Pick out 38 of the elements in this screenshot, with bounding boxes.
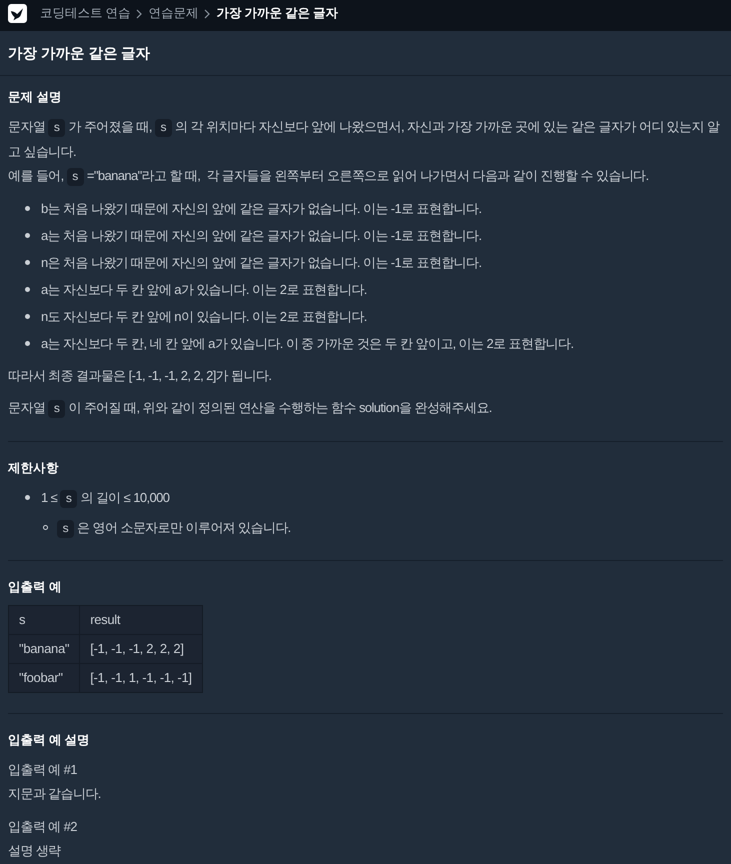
paragraph: 따라서 최종 결과물은 [-1, -1, -1, 2, 2, 2]가 됩니다. (8, 366, 272, 385)
bullet-icon (25, 495, 30, 500)
breadcrumb-item[interactable]: 코딩테스트 연습 (40, 5, 130, 22)
breadcrumb-item[interactable]: 가장 가까운 같은 글자 (216, 5, 338, 22)
table-cell: [-1, -1, -1, 2, 2, 2] (80, 634, 202, 663)
table-cell: [-1, -1, 1, -1, -1, -1] (80, 663, 202, 692)
list-item-text: 1 ≤ s 의 길이 ≤ 10,000 (41, 488, 170, 510)
breadcrumb-item[interactable]: 연습문제 (148, 5, 198, 22)
paragraph: 입출력 예 #1 지문과 같습니다. (8, 760, 101, 803)
bullet-icon (25, 314, 30, 319)
problem-title: 가장 가까운 같은 글자 (8, 44, 150, 62)
chevron-right-icon (136, 8, 142, 18)
bullet-icon (25, 233, 30, 238)
section-heading: 제한사항 (8, 460, 60, 476)
list-item-text: s 은 영어 소문자로만 이루어져 있습니다. (57, 516, 291, 540)
bullet-icon (25, 260, 30, 265)
bullet-icon (25, 341, 30, 346)
list-item-text: a는 처음 나왔기 때문에 자신의 앞에 같은 글자가 없습니다. 이는 -1로 표현합니다. (41, 226, 482, 244)
list-item-text: n은 처음 나왔기 때문에 자신의 앞에 같은 글자가 없습니다. 이는 -1로 표현합니다. (41, 254, 482, 272)
paragraph: 문자열 s 가 주어졌을 때, s 의 각 위치마다 자신보다 앞에 나왔으면서, 자신과 가장 가까운 곳에 있는 같은 글자가 어디 있는지 알고 싶습니다. 예를 들어, s ="banana"라고 할 때, 각 글자들을 왼쪽부터 오른쪽으로 읽어 나가면서 다음과 같이 진행할 수 있습니다. (8, 118, 721, 188)
list-item-text: b는 처음 나왔기 때문에 자신의 앞에 같은 글자가 없습니다. 이는 -1로 표현합니다. (41, 200, 482, 218)
list-item-text: n도 자신보다 두 칸 앞에 n이 있습니다. 이는 2로 표현합니다. (41, 308, 367, 326)
paragraph: 입출력 예 #2 설명 생략 (8, 818, 77, 860)
circle-bullet-icon (43, 525, 48, 530)
bullet-icon (25, 287, 30, 292)
table-header-cell: s (8, 605, 80, 634)
chevron-right-icon (204, 8, 210, 18)
section-heading: 입출력 예 (8, 578, 62, 596)
section-heading: 문제 설명 (8, 89, 62, 106)
list-item-text: a는 자신보다 두 칸, 네 칸 앞에 a가 있습니다. 이 중 가까운 것은 두 칸 앞이고, 이는 2로 표현합니다. (41, 334, 574, 352)
table-cell: "banana" (8, 634, 80, 663)
bullet-icon (25, 206, 30, 211)
table-header-cell: result (80, 605, 202, 634)
list-item-text: a는 자신보다 두 칸 앞에 a가 있습니다. 이는 2로 표현합니다. (41, 280, 367, 298)
paragraph: 문자열 s 이 주어질 때, 위와 같이 정의된 연산을 수행하는 함수 solution을 완성해주세요. (8, 399, 492, 420)
logo-icon[interactable] (8, 4, 27, 23)
table-cell: "foobar" (8, 663, 80, 692)
section-heading: 입출력 예 설명 (8, 732, 91, 748)
